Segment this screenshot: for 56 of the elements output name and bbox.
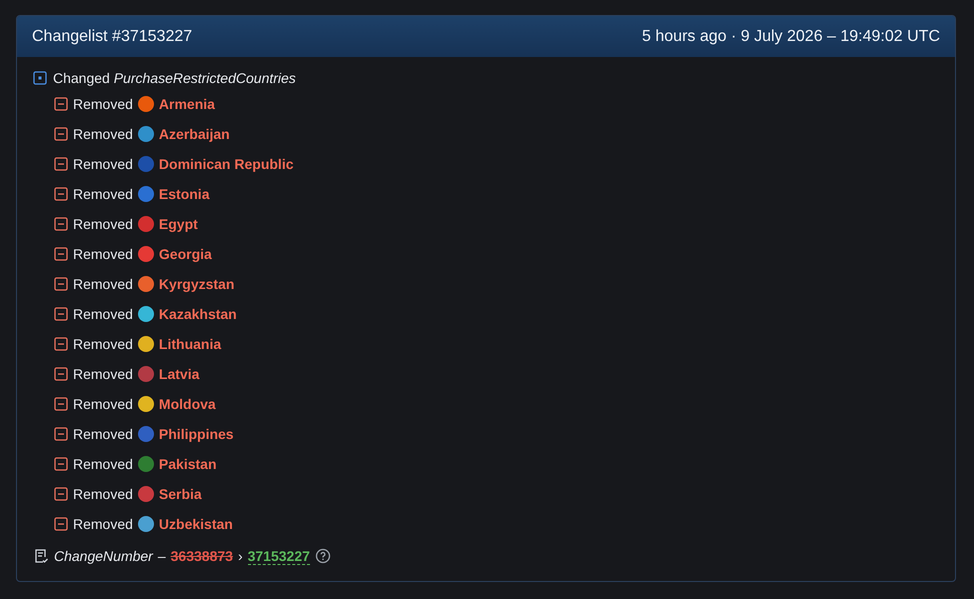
country-name: Latvia xyxy=(158,366,200,382)
removed-icon xyxy=(54,217,68,231)
arrow: › xyxy=(238,548,243,564)
removed-icon xyxy=(54,307,68,321)
removed-icon xyxy=(54,247,68,261)
country-name: Pakistan xyxy=(158,456,217,472)
action-label: Removed xyxy=(73,456,133,472)
country-name: Dominican Republic xyxy=(158,156,294,172)
country-name: Egypt xyxy=(158,216,198,232)
country-name: Serbia xyxy=(158,486,202,502)
removed-icon xyxy=(54,277,68,291)
help-icon[interactable] xyxy=(314,548,331,564)
changelist-title: Changelist #37153227 xyxy=(32,28,192,46)
action-label: Removed xyxy=(73,396,133,412)
country-name: Kazakhstan xyxy=(158,306,237,322)
country-name: Estonia xyxy=(158,186,210,202)
country-name: Philippines xyxy=(158,426,234,442)
action-label: Removed xyxy=(73,246,133,262)
action-label: Removed xyxy=(73,486,133,502)
action-label: Removed xyxy=(73,186,133,202)
action-label: Removed xyxy=(73,276,133,292)
separator: – xyxy=(158,548,166,564)
action-label: Removed xyxy=(73,336,133,352)
document-check-icon xyxy=(33,548,49,564)
removed-icon xyxy=(54,127,68,141)
change-label: Changed PurchaseRestrictedCountries xyxy=(53,70,296,86)
action-label: Removed xyxy=(73,306,133,322)
new-value: 37153227 xyxy=(248,548,310,564)
removed-icon xyxy=(54,487,68,501)
action-label: Removed xyxy=(73,96,133,112)
removed-icon xyxy=(54,457,68,471)
removed-icon xyxy=(54,337,68,351)
action-label: Removed xyxy=(73,426,133,442)
country-name: Moldova xyxy=(158,396,216,412)
removed-icon xyxy=(54,397,68,411)
old-value: 36338873 xyxy=(170,548,233,564)
action-label: Removed xyxy=(73,216,133,232)
removed-icon xyxy=(54,427,68,441)
action-label: Removed xyxy=(73,156,133,172)
changed-icon xyxy=(33,71,47,85)
removed-icon xyxy=(54,367,68,381)
country-name: Georgia xyxy=(158,246,212,262)
action-label: Removed xyxy=(73,366,133,382)
removed-icon xyxy=(54,97,68,111)
country-name: Armenia xyxy=(158,96,215,112)
country-name: Kyrgyzstan xyxy=(158,276,234,292)
field-name: ChangeNumber xyxy=(54,548,153,564)
action-label: Removed xyxy=(73,126,133,142)
removed-icon xyxy=(54,517,68,531)
country-name: Azerbaijan xyxy=(158,126,230,142)
removed-icon xyxy=(54,187,68,201)
country-name: Uzbekistan xyxy=(158,516,233,532)
timestamp: 5 hours ago · 9 July 2026 – 19:49:02 UTC xyxy=(642,28,940,46)
action-label: Removed xyxy=(73,516,133,532)
country-name: Lithuania xyxy=(158,336,222,352)
removed-icon xyxy=(54,157,68,171)
